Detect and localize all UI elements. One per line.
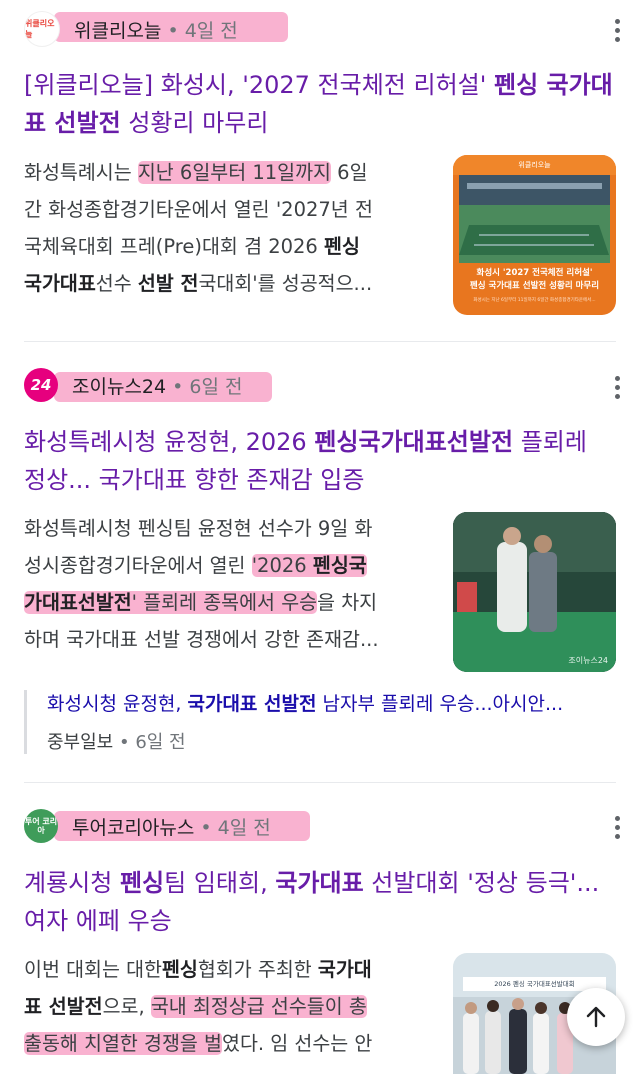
result-title[interactable]: [위클리오늘] 화성시, '2027 전국체전 리허설' 펜싱 국가대표 선발전…: [24, 66, 614, 142]
source-age: • 4일 전: [194, 816, 271, 839]
divider: [24, 341, 616, 342]
more-options-icon[interactable]: [614, 19, 620, 42]
thumbnail-caption: 화성시 '2027 전국체전 리허설' 펜싱 국가대표 선발전 성황리 마무리: [469, 268, 600, 291]
result-title[interactable]: 계룡시청 펜싱팀 임태희, 국가대표 선발대회 '정상 등극'... 여자 에페…: [24, 864, 614, 940]
result-title[interactable]: 화성특례시청 윤정현, 2026 펜싱국가대표선발전 플뢰레 정상... 국가대…: [24, 423, 614, 499]
thumbnail-watermark: 조이뉴스24: [568, 656, 608, 665]
scroll-to-top-button[interactable]: [567, 988, 625, 1046]
thumbnail-header: 위클리오늘: [453, 155, 616, 175]
more-options-icon[interactable]: [614, 816, 620, 839]
source-age: • 6일 전: [166, 375, 243, 398]
source-row[interactable]: 24 조이뉴스24 • 6일 전: [24, 367, 243, 403]
fencer-photo: [453, 512, 616, 672]
result-snippet: 화성특례시는 지난 6일부터 11일까지 6일 간 화성종합경기타운에서 열린 …: [24, 161, 373, 295]
result-snippet: 이번 대회는 대한펜싱협회가 주최한 국가대 표 선발전으로, 국내 최정상급 …: [24, 958, 373, 1055]
source-favicon: 투어 코리아: [24, 809, 58, 843]
related-source: 중부일보 • 6일 전: [47, 732, 186, 753]
source-favicon: 24: [24, 368, 58, 402]
divider: [24, 782, 616, 783]
source-name: 조이뉴스24: [72, 375, 167, 398]
source-row[interactable]: 위클리오늘 위클리오늘 • 4일 전: [24, 11, 238, 47]
related-title[interactable]: 화성시청 윤정현, 국가대표 선발전 남자부 플뢰레 우승...아시안...: [47, 690, 637, 718]
related-article[interactable]: 화성시청 윤정현, 국가대표 선발전 남자부 플뢰레 우승...아시안... 중…: [24, 690, 637, 754]
result-thumbnail[interactable]: 위클리오늘 화성시 '2027 전국체전 리허설' 펜싱 국가대표 선발전 성황…: [453, 155, 616, 315]
thumbnail-small-text: 화성시는 지난 6일부터 11일까지 6일간 화성종합경기타운에서...: [473, 298, 596, 303]
source-row[interactable]: 투어 코리아 투어코리아뉴스 • 4일 전: [24, 808, 271, 844]
arena-photo: [459, 175, 610, 263]
result-thumbnail[interactable]: 조이뉴스24: [453, 512, 616, 672]
result-snippet: 화성특례시청 펜싱팀 윤정현 선수가 9일 화 성시종합경기타운에서 열린 '2…: [24, 517, 379, 651]
more-options-icon[interactable]: [614, 376, 620, 399]
source-favicon: 위클리오늘: [24, 11, 60, 47]
source-age: • 4일 전: [161, 19, 238, 42]
source-name: 위클리오늘: [74, 19, 162, 42]
arrow-up-icon: [586, 1006, 606, 1028]
source-name: 투어코리아뉴스: [72, 816, 195, 839]
